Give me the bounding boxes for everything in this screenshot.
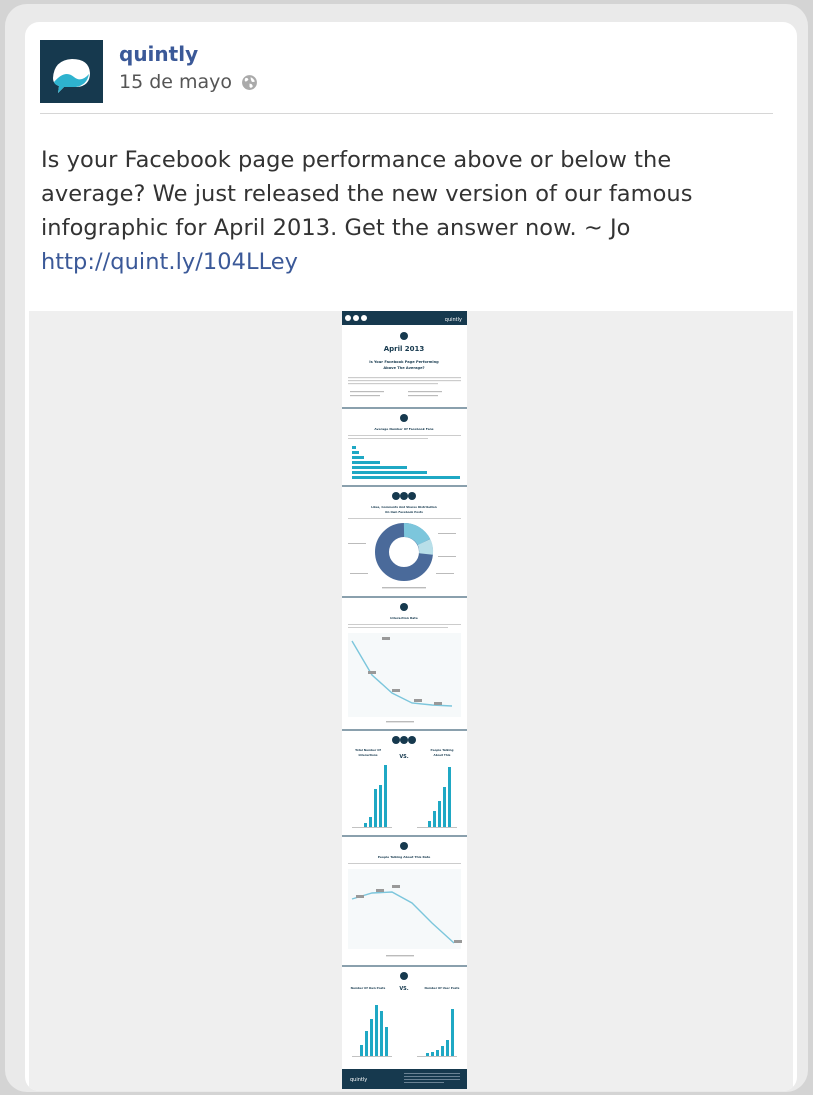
section-title: Number Of Own Posts [351,986,386,990]
ptat-bar-chart [428,767,451,827]
post-meta: 15 de mayo [119,71,258,93]
infographic-month: April 2013 [384,345,425,353]
section-title: On Own Facebook Posts [385,510,423,514]
chart-bar [374,789,377,827]
post-text: Is your Facebook page performance above … [41,143,781,279]
chart-bar [364,823,367,827]
fans-bar-chart [352,446,460,479]
infographic-footer-brand: quintly [350,1077,367,1083]
section-icon [400,972,408,980]
chart-bar [360,1045,363,1056]
section-icon [400,414,408,422]
section-icon [400,492,408,500]
vs-label: VS. [399,986,408,992]
section-title: Likes, Comments And Shares Distribution [371,505,437,509]
screen-frame: quintly 15 de mayo Is your Facebook page… [5,4,808,1092]
infographic-brand: quintly [445,317,462,323]
section-icon [400,603,408,611]
chart-bar [352,466,407,469]
section-icon [392,492,400,500]
section-title: Interactions [358,753,377,757]
post-text-line: Is your Facebook page performance above … [41,147,672,173]
author-name[interactable]: quintly [119,42,198,66]
chart-bar [426,1053,429,1056]
chart-bar [448,767,451,827]
chart-bar [428,821,431,827]
chart-bar [352,456,364,459]
chart-bar [375,1005,378,1056]
section-icon [400,332,408,340]
chart-bar [352,446,356,449]
globe-icon [242,74,257,90]
chart-bar [380,1011,383,1056]
header-divider [40,113,773,114]
section-icon [400,842,408,850]
section-title: About This [434,753,451,757]
chart-bar [384,765,387,827]
social-icon [353,315,359,321]
chart-bar [446,1040,449,1056]
section-icon [400,736,408,744]
chart-bar [451,1009,454,1056]
section-icon [408,736,416,744]
section-title: People Talking About This Rate [378,855,431,859]
chart-bar [352,471,427,474]
chart-bar [436,1050,439,1056]
social-icon [361,315,367,321]
chart-bar [433,811,436,827]
infographic-headline: Above The Average? [383,366,424,370]
section-title: Interaction Rate [390,616,418,620]
interactions-bar-chart [364,765,387,827]
post-date[interactable]: 15 de mayo [119,71,232,93]
chart-bar [441,1046,444,1056]
chart-bar [431,1052,434,1056]
post-text-line: infographic for April 2013. Get the answ… [41,215,631,241]
vs-label: VS. [399,754,408,760]
chart-bar [438,801,441,827]
section-icon [392,736,400,744]
section-title: Total Number Of [355,748,381,752]
post-text-line: average? We just released the new versio… [41,181,693,207]
chart-bar [370,1019,373,1056]
chart-bar [369,817,372,827]
author-avatar[interactable] [40,40,103,103]
post-image-area[interactable]: quintly April 2013 Is Your Facebook Page… [29,311,793,1091]
own-posts-bar-chart [360,1005,388,1056]
chart-bar [352,461,380,464]
facebook-post: quintly 15 de mayo Is your Facebook page… [25,22,797,1091]
chart-bar [379,785,382,827]
chart-bar [352,476,460,479]
chart-bar [352,451,359,454]
donut-chart [375,523,434,581]
chart-bar [385,1027,388,1056]
infographic-headline: Is Your Facebook Page Performing [369,360,439,364]
section-title: Number Of User Posts [425,986,460,990]
user-posts-bar-chart [426,1009,454,1056]
chart-bar [365,1031,368,1056]
section-icon [408,492,416,500]
social-icon [345,315,351,321]
section-title: People Talking [431,748,454,752]
section-title: Average Number Of Facebook Fans [374,427,433,431]
chart-bar [443,787,446,827]
post-link[interactable]: http://quint.ly/104LLey [41,245,781,279]
infographic-image[interactable]: quintly April 2013 Is Your Facebook Page… [342,311,467,1089]
